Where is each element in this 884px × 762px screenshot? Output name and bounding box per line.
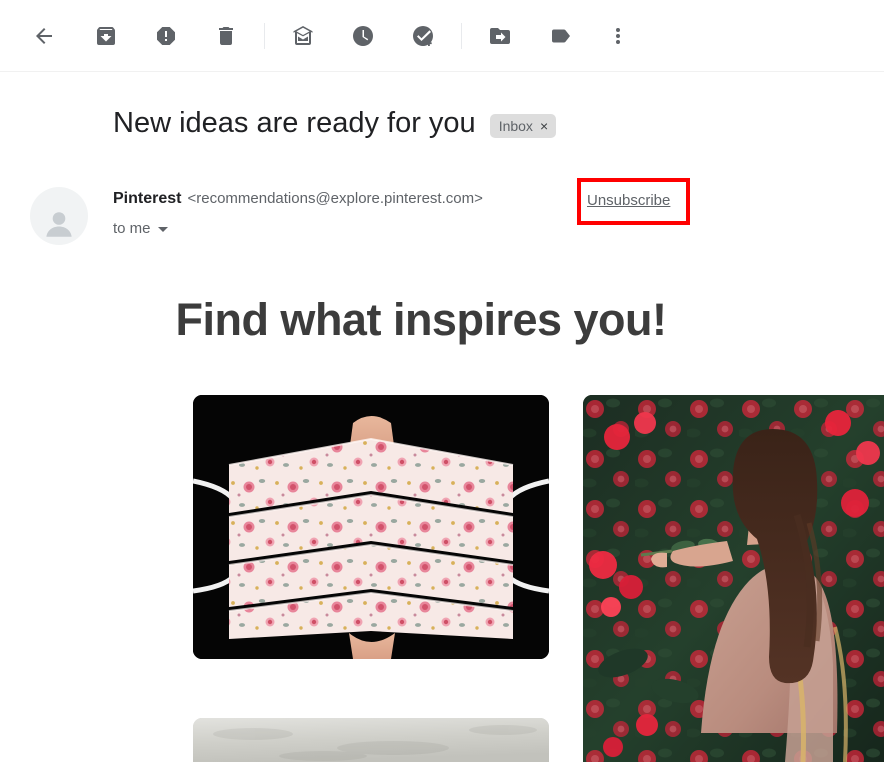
avatar [30,187,88,245]
message-toolbar [0,0,884,72]
recipient-row[interactable]: to me [113,220,168,237]
delete-button[interactable] [202,12,250,60]
label-chip-text: Inbox [498,117,533,134]
pin-image-woman-flowers[interactable] [583,395,884,762]
page-title: New ideas are ready for you [113,107,476,139]
archive-button[interactable] [82,12,130,60]
sender-line: Pinterest <recommendations@explore.pinte… [113,190,483,208]
sender-name[interactable]: Pinterest [113,190,181,208]
unsubscribe-link[interactable]: Unsubscribe [587,192,670,209]
report-spam-button[interactable] [142,12,190,60]
pin-image-gray-texture[interactable] [193,718,549,762]
snooze-button[interactable] [339,12,387,60]
subject-row: New ideas are ready for you Inbox × [113,104,557,142]
move-to-button[interactable] [476,12,524,60]
mark-unread-button[interactable] [279,12,327,60]
toolbar-divider-1 [264,22,265,49]
toolbar-divider-2 [461,22,462,49]
labels-button[interactable] [536,12,584,60]
label-chip-inbox[interactable]: Inbox × [489,113,557,138]
add-to-tasks-button[interactable] [399,12,447,60]
sender-email[interactable]: <recommendations@explore.pinterest.com> [187,190,482,207]
label-chip-remove-icon[interactable]: × [540,119,548,133]
pin-image-floral-mask[interactable] [193,395,549,659]
floral-mask-illustration [193,395,549,659]
woman-flowers-illustration [583,395,884,762]
gmail-message-view: New ideas are ready for you Inbox × Pint… [0,0,884,762]
chevron-down-icon[interactable] [157,227,168,232]
more-options-button[interactable] [594,12,642,60]
back-button[interactable] [20,12,68,60]
email-headline-text: Find what inspires you! [175,294,667,345]
recipient-label: to me [113,220,151,237]
person-icon [46,212,72,237]
email-headline: Find what inspires you! [0,294,884,346]
gray-texture-illustration [193,718,549,762]
